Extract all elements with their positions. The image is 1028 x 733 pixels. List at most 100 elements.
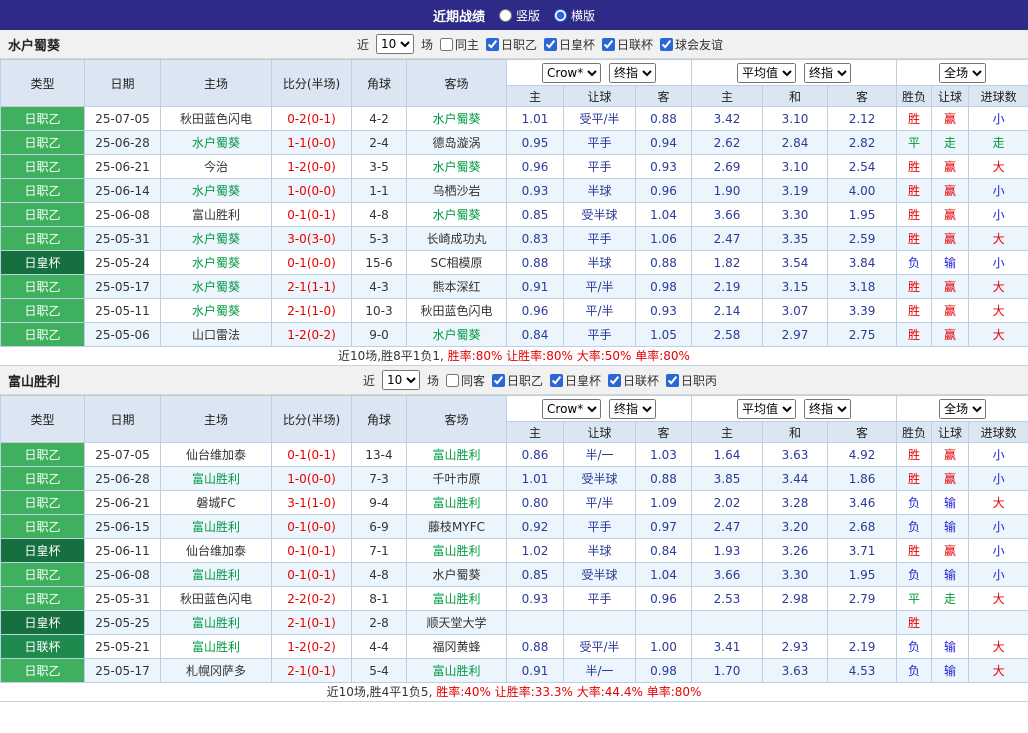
sub-column-header: 进球数 (968, 421, 1028, 443)
avg-home-odds-cell: 3.42 (691, 106, 764, 131)
avg-home-odds-cell (691, 610, 764, 635)
avg-draw-odds-cell: 3.35 (762, 226, 829, 251)
avg-home-odds-cell: 1.82 (691, 250, 764, 275)
column-header: 角球 (351, 395, 407, 443)
league-checkbox[interactable] (486, 37, 499, 51)
away-team-cell: 水户蜀葵 (406, 202, 507, 227)
league-filter-1[interactable]: 日职乙 (486, 36, 537, 53)
avg-home-odds-cell: 2.47 (691, 514, 764, 539)
score-cell: 2-1(1-0) (271, 298, 352, 323)
home-team-cell: 水户蜀葵 (160, 298, 272, 323)
match-count-select[interactable]: 10 (381, 370, 420, 390)
league-filter-1[interactable]: 日职乙 (492, 372, 543, 389)
league-filter-3[interactable]: 日联杯 (602, 36, 653, 53)
league-checkbox[interactable] (666, 373, 680, 387)
avg-draw-odds-cell: 2.93 (762, 634, 829, 659)
date-cell: 25-06-11 (84, 538, 161, 563)
result-cell: 胜 (896, 466, 933, 491)
score-cell: 2-2(0-2) (271, 586, 352, 611)
away-odds-cell: 0.98 (634, 658, 693, 683)
league-checkbox[interactable] (602, 37, 616, 51)
layout-option-vertical[interactable]: 竖版 (498, 7, 540, 24)
league-checkbox[interactable] (660, 37, 674, 51)
league-filter-4[interactable]: 日职丙 (666, 372, 717, 389)
away-odds-cell: 0.97 (634, 514, 693, 539)
same-venue-filter[interactable]: 同主 (439, 36, 479, 53)
corner-cell: 4-2 (351, 106, 407, 131)
scope-select[interactable]: 全场 (939, 62, 987, 83)
handicap-cell: 半球 (563, 538, 636, 563)
sub-column-header: 让球 (563, 421, 636, 443)
league-filter-2[interactable]: 日皇杯 (544, 36, 595, 53)
league-cell: 日职乙 (0, 178, 85, 203)
handicap-cell: 平手 (563, 130, 636, 155)
handicap-result-cell: 赢 (931, 178, 970, 203)
odds-stage-select[interactable]: 终指 (609, 62, 657, 83)
avg-home-odds-cell: 2.47 (691, 226, 764, 251)
handicap-cell: 半/一 (563, 658, 636, 683)
away-team-cell: 熊本深红 (406, 274, 507, 299)
odds-company-select[interactable]: Crow* (542, 398, 602, 419)
home-odds-cell: 0.83 (506, 226, 564, 251)
league-checkbox[interactable] (608, 373, 622, 387)
corner-cell: 4-8 (351, 202, 407, 227)
layout-option-horizontal[interactable]: 横版 (554, 7, 595, 24)
same-venue-checkbox[interactable] (445, 373, 459, 387)
handicap-result-cell: 赢 (931, 442, 970, 467)
vertical-layout-radio[interactable] (498, 8, 512, 22)
same-venue-checkbox[interactable] (439, 37, 453, 51)
league-cell: 日职乙 (0, 514, 85, 539)
avg-home-odds-cell: 3.66 (691, 562, 764, 587)
avg-draw-odds-cell: 3.15 (762, 274, 829, 299)
score-cell: 1-1(0-0) (271, 130, 352, 155)
column-header: 日期 (84, 395, 161, 443)
avg-draw-odds-cell: 3.10 (762, 106, 829, 131)
score-cell: 1-2(0-2) (271, 634, 352, 659)
filter-bar: 近 10 场 同主 日职乙 日皇杯 日联杯 球会友谊 (357, 34, 723, 54)
avg-home-odds-cell: 1.90 (691, 178, 764, 203)
results-table: 类型 日期 主场 比分(半场) 角球 客场 Crow* 终指 平均值 终指 全场主让球客主和客胜负让… (0, 395, 1028, 683)
league-checkbox[interactable] (492, 373, 505, 387)
league-checkbox[interactable] (544, 37, 558, 51)
home-odds-cell (506, 610, 564, 635)
league-filter-4[interactable]: 球会友谊 (660, 36, 723, 53)
avg-stage-select[interactable]: 终指 (804, 62, 852, 83)
match-row: 日职乙 25-05-31 水户蜀葵 3-0(3-0) 5-3 长崎成功丸 0.83 平手 1.0… (0, 226, 1028, 251)
away-team-cell: 水户蜀葵 (406, 106, 507, 131)
header-select-group: 全场 (896, 395, 1028, 422)
handicap-cell (563, 610, 636, 635)
sub-column-header: 主 (506, 421, 564, 443)
scope-select[interactable]: 全场 (939, 398, 987, 419)
horizontal-layout-radio[interactable] (554, 8, 567, 22)
league-filter-3[interactable]: 日联杯 (608, 372, 659, 389)
avg-draw-odds-cell: 2.84 (762, 130, 829, 155)
corner-cell: 6-9 (351, 514, 407, 539)
match-count-select[interactable]: 10 (375, 34, 414, 54)
away-odds-cell: 1.04 (634, 202, 693, 227)
games-label: 场 (420, 37, 433, 52)
league-filter-2[interactable]: 日皇杯 (550, 372, 601, 389)
date-cell: 25-06-28 (84, 466, 161, 491)
sub-column-header: 让球 (563, 85, 636, 107)
league-cell: 日职乙 (0, 322, 85, 347)
score-cell: 0-2(0-1) (271, 106, 352, 131)
away-team-cell: 水户蜀葵 (406, 322, 507, 347)
avg-odds-select[interactable]: 平均值 (737, 62, 797, 83)
odds-company-select[interactable]: Crow* (542, 62, 602, 83)
avg-draw-odds-cell: 3.26 (762, 538, 829, 563)
result-cell: 胜 (896, 442, 933, 467)
avg-stage-select[interactable]: 终指 (804, 398, 852, 419)
avg-odds-select[interactable]: 平均值 (737, 398, 797, 419)
score-cell: 2-1(0-1) (271, 658, 352, 683)
league-checkbox[interactable] (550, 373, 564, 387)
result-cell: 胜 (896, 202, 933, 227)
odds-stage-select[interactable]: 终指 (609, 398, 657, 419)
header-select-group: Crow* 终指 (505, 59, 693, 86)
avg-draw-odds-cell: 3.30 (762, 202, 829, 227)
avg-away-odds-cell: 3.84 (827, 250, 898, 275)
goals-result-cell: 大 (968, 298, 1028, 323)
avg-draw-odds-cell (762, 610, 829, 635)
league-cell: 日职乙 (0, 274, 85, 299)
avg-home-odds-cell: 2.58 (691, 322, 764, 347)
same-venue-filter[interactable]: 同客 (445, 372, 485, 389)
